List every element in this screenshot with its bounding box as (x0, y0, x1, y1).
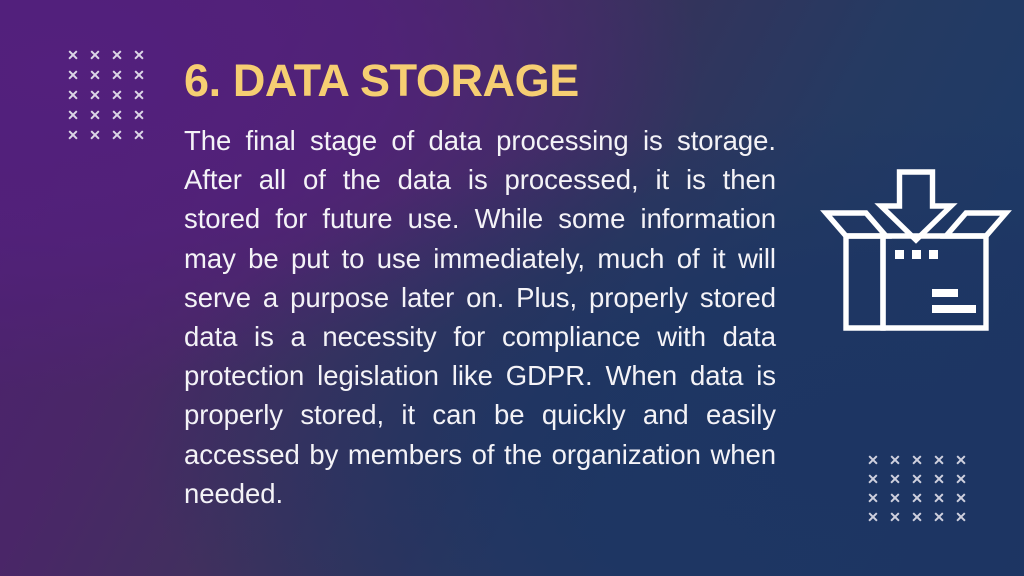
x-mark-icon (934, 493, 944, 503)
x-mark-icon (68, 130, 78, 140)
box-front-panel (880, 233, 989, 331)
x-mark-icon (956, 474, 966, 484)
x-mark-grid-top-left-decoration (68, 50, 156, 150)
box-left-panel (843, 233, 886, 331)
x-mark-icon (68, 110, 78, 120)
box-left-flap (820, 210, 892, 239)
x-mark-icon (890, 455, 900, 465)
x-mark-icon (934, 512, 944, 522)
open-box-with-down-arrow-icon (820, 160, 1012, 340)
box-label-lines (932, 289, 976, 313)
x-mark-icon (868, 493, 878, 503)
slide-canvas: 6. DATA STORAGE The final stage of data … (0, 0, 1024, 576)
x-mark-icon (868, 512, 878, 522)
x-mark-icon (956, 455, 966, 465)
x-mark-icon (68, 50, 78, 60)
x-mark-icon (90, 50, 100, 60)
x-mark-icon (90, 110, 100, 120)
x-mark-icon (90, 130, 100, 140)
slide-title: 6. DATA STORAGE (184, 55, 579, 106)
box-dots-decoration (895, 250, 938, 259)
x-mark-icon (112, 130, 122, 140)
x-mark-icon (912, 474, 922, 484)
x-mark-icon (934, 474, 944, 484)
x-mark-icon (912, 493, 922, 503)
x-mark-grid-bottom-right-decoration (868, 455, 978, 531)
x-mark-icon (90, 70, 100, 80)
x-mark-icon (134, 130, 144, 140)
x-mark-icon (890, 493, 900, 503)
x-mark-icon (868, 474, 878, 484)
slide-body-paragraph: The final stage of data processing is st… (184, 125, 776, 509)
slide-text-block: 6. DATA STORAGE The final stage of data … (184, 58, 776, 513)
x-mark-icon (868, 455, 878, 465)
x-mark-icon (912, 455, 922, 465)
x-mark-icon (112, 110, 122, 120)
x-mark-icon (112, 50, 122, 60)
x-mark-icon (68, 90, 78, 100)
x-mark-icon (68, 70, 78, 80)
x-mark-icon (134, 110, 144, 120)
x-mark-icon (890, 512, 900, 522)
x-mark-icon (134, 70, 144, 80)
x-mark-icon (912, 512, 922, 522)
x-mark-icon (134, 50, 144, 60)
x-mark-icon (90, 90, 100, 100)
x-mark-icon (956, 493, 966, 503)
x-mark-icon (112, 90, 122, 100)
x-mark-icon (134, 90, 144, 100)
x-mark-icon (934, 455, 944, 465)
x-mark-icon (956, 512, 966, 522)
x-mark-icon (890, 474, 900, 484)
down-arrow-shape (874, 169, 958, 244)
x-mark-icon (112, 70, 122, 80)
box-right-flap (940, 210, 1012, 239)
